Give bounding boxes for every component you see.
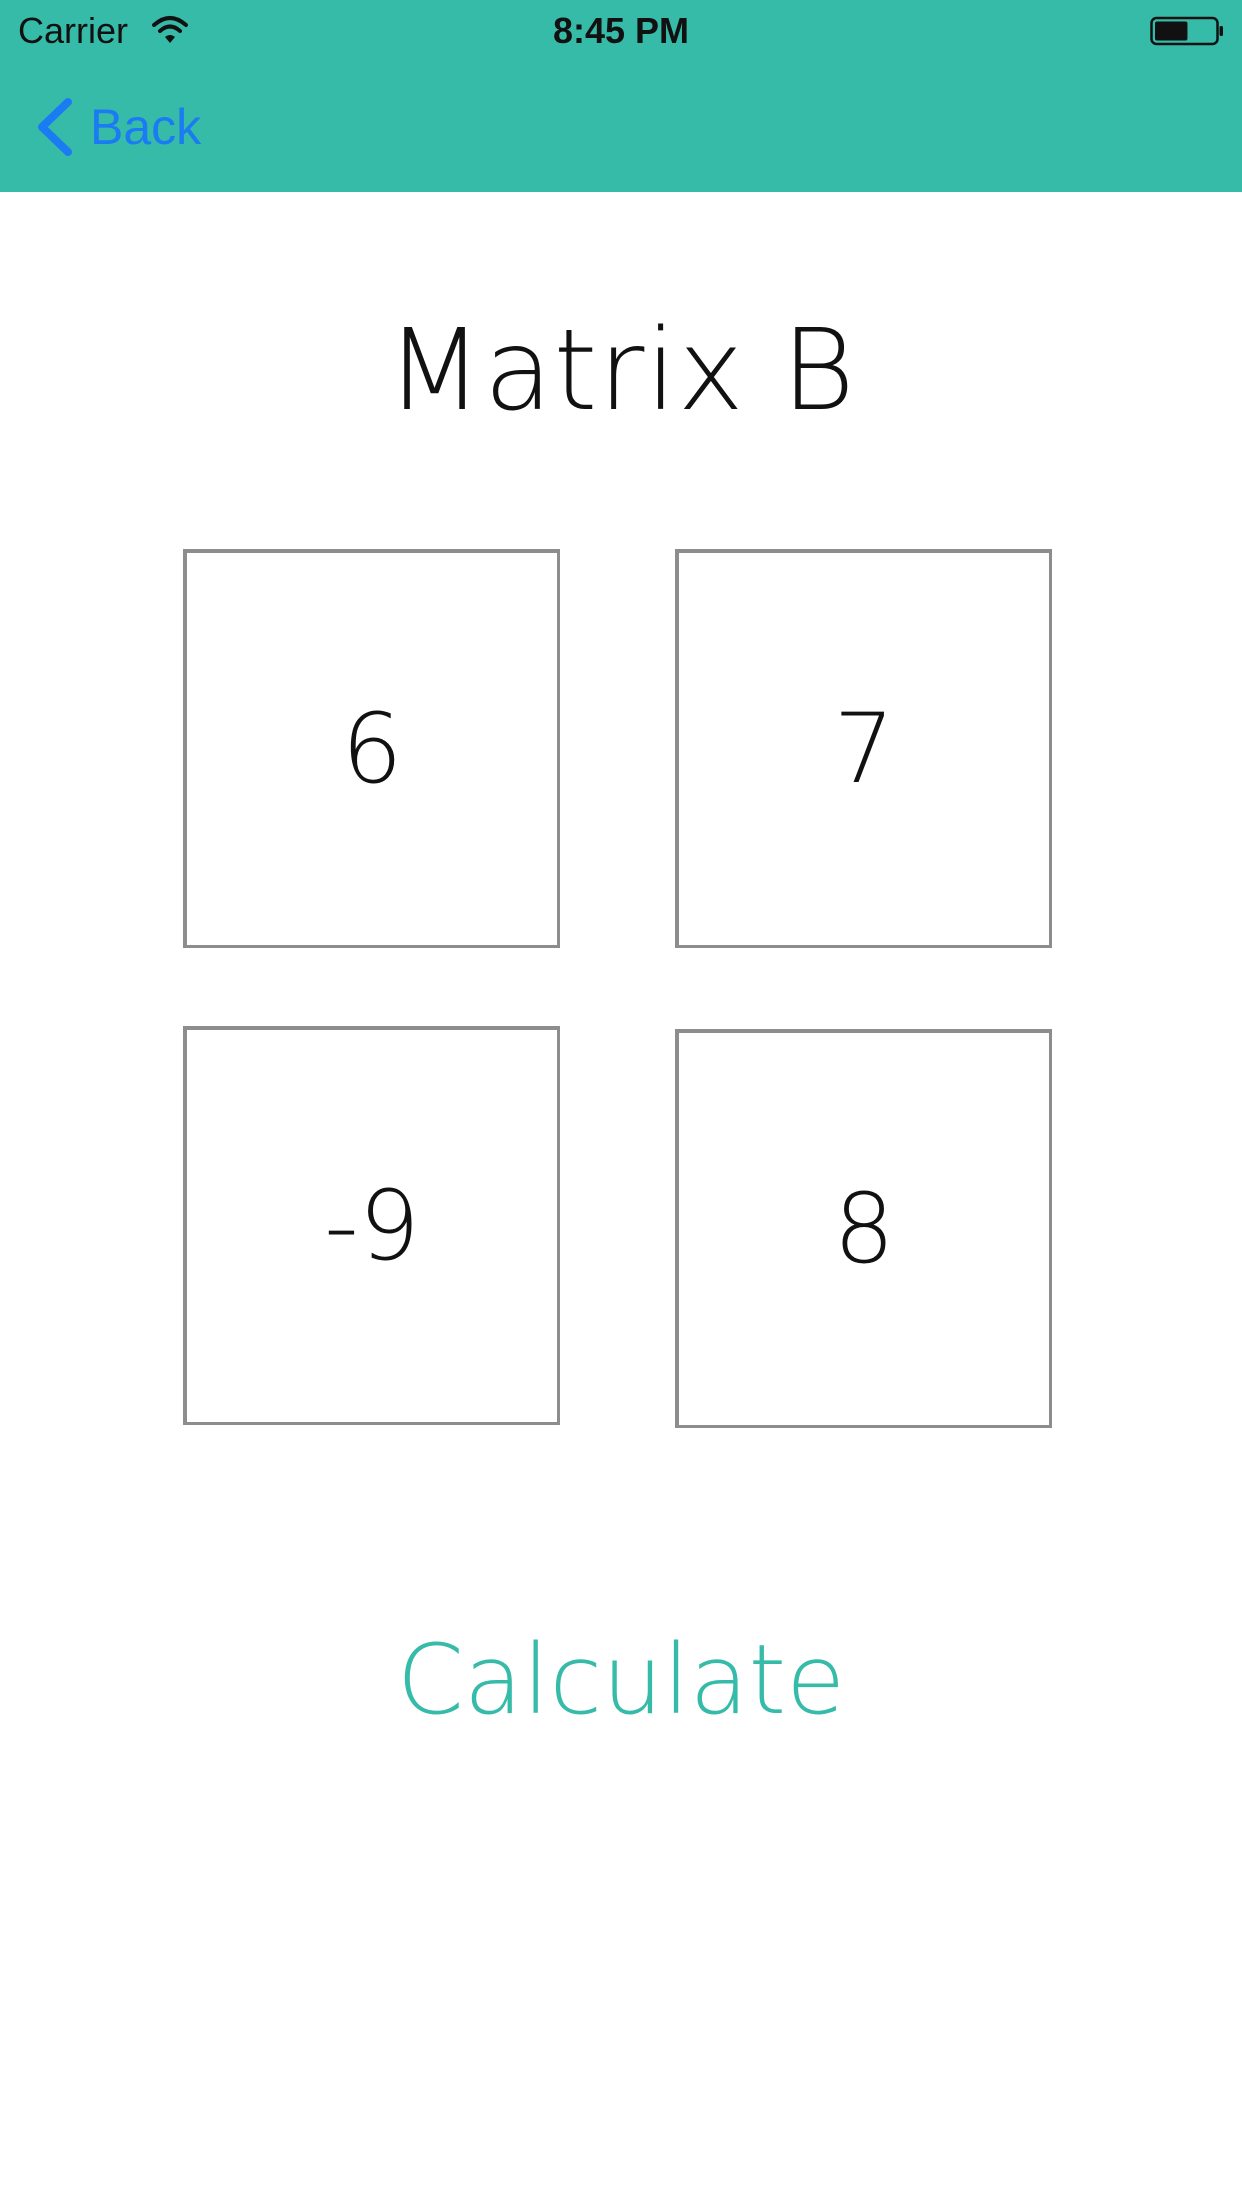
- status-bar: Carrier 8:45 PM: [0, 0, 1242, 62]
- back-button[interactable]: Back: [34, 92, 201, 162]
- matrix-cell-r2c2[interactable]: 8: [675, 1029, 1052, 1428]
- matrix-cell-value: -9: [324, 1170, 420, 1282]
- back-label: Back: [90, 99, 202, 155]
- matrix-cell-value: 8: [833, 1173, 895, 1285]
- page-title: Matrix B: [386, 306, 856, 436]
- chevron-left-icon: [38, 98, 72, 156]
- status-time: 8:45 PM: [552, 10, 690, 51]
- matrix-cell-r2c1[interactable]: -9: [183, 1026, 560, 1425]
- matrix-b-screen: Carrier 8:45 PM Back Matrix B 6 7 -9 8 C…: [0, 0, 1242, 2208]
- navigation-bar: Carrier 8:45 PM Back: [0, 0, 1242, 192]
- matrix-cell-r1c1[interactable]: 6: [183, 549, 560, 948]
- matrix-cell-value: 7: [833, 693, 895, 805]
- matrix-cell-r1c2[interactable]: 7: [675, 549, 1052, 948]
- calculate-button[interactable]: Calculate: [0, 1624, 1242, 1736]
- battery-icon: [1150, 16, 1223, 46]
- matrix-cell-value: 6: [341, 693, 403, 805]
